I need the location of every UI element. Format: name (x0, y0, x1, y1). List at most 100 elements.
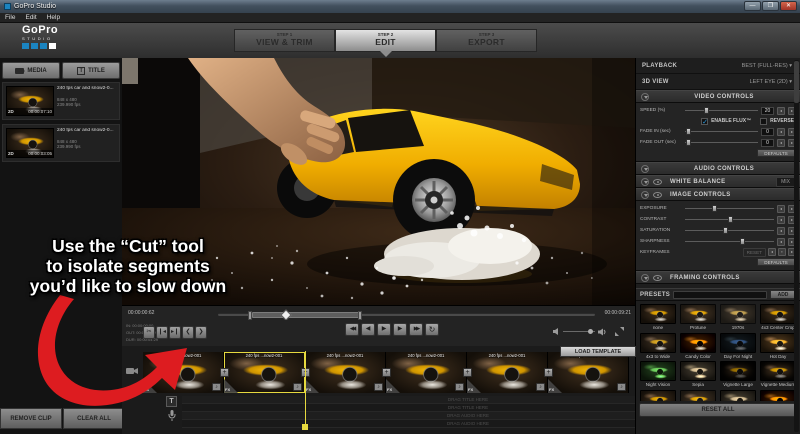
preset-item[interactable]: Vignette Large (718, 360, 758, 389)
menu-edit[interactable]: Edit (25, 14, 36, 21)
preset-item[interactable] (758, 389, 798, 402)
insert-clip-button[interactable]: + (544, 368, 553, 377)
trim-range[interactable] (252, 312, 360, 318)
preset-item[interactable]: 4x3 to Wide (638, 332, 678, 361)
collapse-icon[interactable] (641, 191, 649, 199)
preset-item[interactable]: Night Vision (638, 360, 678, 389)
collapse-icon[interactable] (641, 165, 649, 173)
3d-view-dropdown[interactable]: LEFT EYE (2D) ▾ (750, 79, 792, 85)
fade-out-slider[interactable] (685, 138, 758, 147)
add-preset-button[interactable]: ADD (770, 290, 796, 299)
clip-audio-icon[interactable]: ♪ (536, 383, 545, 391)
tab-title[interactable]: T TITLE (62, 62, 120, 79)
saturation-decrement[interactable]: ◂ (777, 227, 785, 235)
insert-clip-button[interactable]: + (463, 368, 472, 377)
preset-item[interactable]: Sepia (678, 360, 718, 389)
image-controls-header[interactable]: IMAGE CONTROLS (636, 188, 800, 201)
preset-item[interactable]: Protune (678, 303, 718, 332)
saturation-slider[interactable] (685, 226, 774, 235)
white-balance-header[interactable]: WHITE BALANCE MIX (636, 175, 800, 188)
volume-slider-thumb[interactable] (588, 329, 593, 334)
reset-all-button[interactable]: RESET ALL (639, 403, 797, 417)
contrast-slider[interactable] (685, 215, 774, 224)
volume-slider[interactable] (563, 331, 595, 332)
tab-view-trim[interactable]: STEP 1 VIEW & TRIM (234, 29, 335, 52)
white-balance-mode[interactable]: MIX (776, 177, 795, 187)
preset-item[interactable]: Day For Night (718, 332, 758, 361)
collapse-icon[interactable] (641, 93, 649, 101)
visibility-eye-icon[interactable] (653, 275, 662, 281)
maximize-button[interactable]: ❐ (762, 1, 779, 11)
exposure-decrement[interactable]: ◂ (777, 205, 785, 213)
keyframe-prev[interactable]: ◂ (768, 248, 776, 256)
timeline-playhead[interactable] (305, 351, 306, 426)
clip-audio-icon[interactable]: ♪ (617, 383, 626, 391)
sharpness-decrement[interactable]: ◂ (777, 238, 785, 246)
preset-item[interactable]: Candy Color (678, 332, 718, 361)
preset-item[interactable] (638, 389, 678, 402)
exposure-slider[interactable] (685, 204, 774, 213)
timeline-clip[interactable]: 240 fps ...now2-001 FX ♪ (467, 352, 548, 393)
speed-decrement[interactable]: ◂ (777, 107, 785, 115)
playback-quality-dropdown[interactable]: BEST (FULL-RES) ▾ (742, 63, 792, 69)
collapse-icon[interactable] (641, 178, 649, 186)
presets-search-input[interactable] (673, 291, 767, 299)
panel-scrollbar-handle[interactable] (794, 61, 799, 103)
panel-scrollbar[interactable] (794, 60, 799, 432)
framing-controls-header[interactable]: FRAMING CONTROLS (636, 271, 800, 284)
collapse-icon[interactable] (641, 274, 649, 282)
fullscreen-icon[interactable] (615, 327, 624, 336)
speed-value[interactable]: 20 (761, 107, 774, 115)
timeline-clip-selected[interactable]: 240 fps ...now2-001 FX ♪ (224, 352, 305, 393)
sharpness-slider[interactable] (685, 237, 774, 246)
video-controls-header[interactable]: VIDEO CONTROLS (636, 90, 800, 103)
timeline-clip[interactable]: 240 fps ...now2-001 FX ♪ (305, 352, 386, 393)
contrast-decrement[interactable]: ◂ (777, 216, 785, 224)
load-template-button[interactable]: LOAD TEMPLATE (560, 346, 636, 357)
insert-clip-button[interactable]: + (220, 368, 229, 377)
tab-export[interactable]: STEP 3 EXPORT (436, 29, 537, 52)
keyframes-reset-button[interactable]: RESET (743, 248, 766, 257)
timeline-playhead-handle[interactable] (302, 424, 308, 430)
tab-edit[interactable]: STEP 2 EDIT (335, 29, 436, 52)
clip-audio-icon[interactable]: ♪ (212, 383, 221, 391)
media-clip-item[interactable]: 2D 00:00:03:05 240 fps car and snow2-0..… (2, 124, 120, 162)
close-button[interactable]: ✕ (780, 1, 797, 11)
fade-in-slider[interactable] (685, 127, 758, 136)
preset-item[interactable]: Vignette Medium (758, 360, 798, 389)
preset-item[interactable]: 1970s (718, 303, 758, 332)
minimize-button[interactable]: — (744, 1, 761, 11)
preset-item[interactable]: Hot Day (758, 332, 798, 361)
fade-in-decrement[interactable]: ◂ (777, 128, 785, 136)
fast-forward-button[interactable]: ▶▶ (409, 323, 423, 336)
tab-media[interactable]: MEDIA (2, 62, 60, 79)
menu-file[interactable]: File (5, 14, 15, 21)
clip-audio-icon[interactable]: ♪ (455, 383, 464, 391)
enable-flux-checkbox[interactable] (701, 118, 708, 125)
visibility-eye-icon[interactable] (653, 179, 662, 185)
preset-item[interactable]: 4x3 Center Crop (758, 303, 798, 332)
step-forward-button[interactable]: ▶ (393, 323, 407, 336)
audio-controls-header[interactable]: AUDIO CONTROLS (636, 162, 800, 175)
keyframe-add[interactable]: ▪ (778, 248, 786, 256)
visibility-eye-icon[interactable] (653, 192, 662, 198)
fade-out-decrement[interactable]: ◂ (777, 139, 785, 147)
speed-slider[interactable] (685, 106, 758, 115)
preset-item[interactable] (678, 389, 718, 402)
out-point-handle[interactable] (358, 311, 362, 320)
timeline-clip[interactable]: 240 fps ...now2-001 FX ♪ (548, 352, 629, 393)
clip-audio-icon[interactable]: ♪ (293, 383, 302, 391)
fade-out-value[interactable]: 0 (761, 139, 774, 147)
menu-help[interactable]: Help (47, 14, 60, 21)
media-clip-item[interactable]: 2D 00:00:07:10 240 fps car and snow2-0..… (2, 82, 120, 120)
reverse-checkbox[interactable] (760, 118, 767, 125)
rewind-button[interactable]: ◀◀ (345, 323, 359, 336)
insert-clip-button[interactable]: + (382, 368, 391, 377)
timeline-clip[interactable]: 240 fps ...now2-001 FX ♪ (386, 352, 467, 393)
video-defaults-button[interactable]: DEFAULTS (757, 149, 795, 157)
loop-button[interactable]: ↻ (425, 323, 439, 336)
clip-audio-icon[interactable]: ♪ (374, 383, 383, 391)
image-defaults-button[interactable]: DEFAULTS (757, 258, 795, 266)
step-back-button[interactable]: ◀ (361, 323, 375, 336)
fade-in-value[interactable]: 0 (761, 128, 774, 136)
